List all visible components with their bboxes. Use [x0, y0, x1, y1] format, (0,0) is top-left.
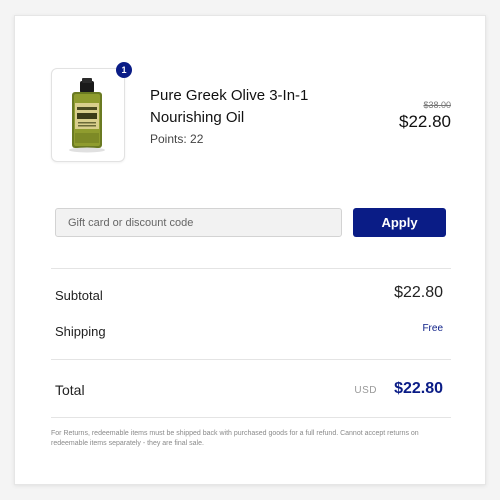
- quantity-badge: 1: [116, 62, 132, 78]
- shipping-label: Shipping: [55, 324, 106, 339]
- shipping-value: Free: [422, 323, 443, 334]
- returns-footnote: For Returns, redeemable items must be sh…: [51, 430, 419, 447]
- order-summary-card: 1 Pure Greek Olive 3-In-1 Nourishing Oil…: [14, 15, 486, 485]
- original-price: $38.00: [423, 100, 451, 110]
- apply-button[interactable]: Apply: [353, 208, 446, 237]
- total-value: $22.80: [394, 380, 443, 397]
- discount-code-input[interactable]: [55, 208, 342, 237]
- subtotal-value: $22.80: [394, 284, 443, 301]
- product-thumbnail[interactable]: [51, 68, 125, 162]
- product-points: Points: 22: [150, 132, 204, 146]
- product-name: Pure Greek Olive 3-In-1 Nourishing Oil: [150, 87, 309, 126]
- sale-price: $22.80: [399, 112, 451, 131]
- oil-bottle-icon: [69, 78, 105, 153]
- total-label: Total: [55, 382, 85, 398]
- subtotal-label: Subtotal: [55, 288, 103, 303]
- currency-code: USD: [354, 385, 377, 396]
- divider: [51, 417, 451, 418]
- divider: [51, 359, 451, 360]
- divider: [51, 268, 451, 269]
